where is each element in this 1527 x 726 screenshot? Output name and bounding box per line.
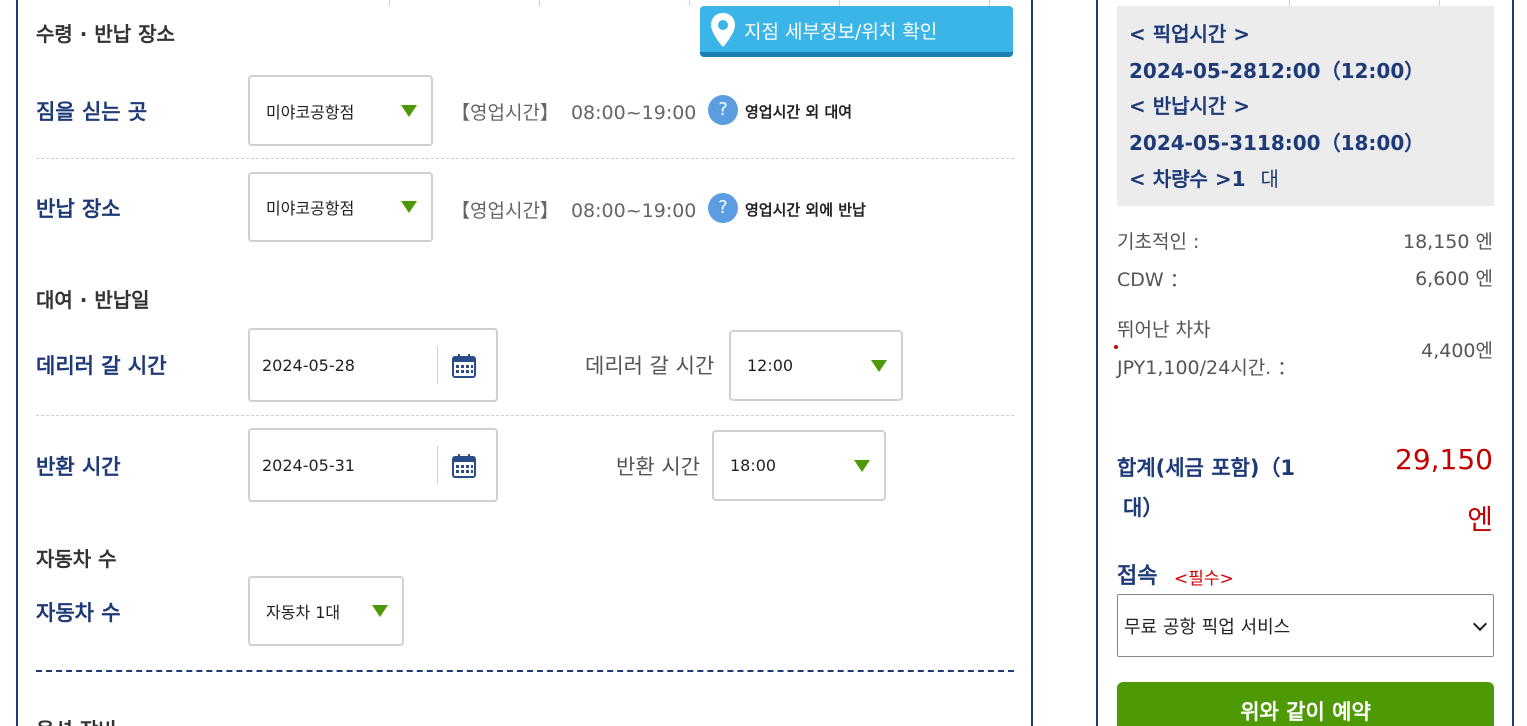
return-time-label: 반환 시간 <box>36 455 121 479</box>
pickup-time-caption: 데리러 갈 시간 <box>585 354 715 378</box>
hours-value: 08:00~19:00 <box>570 102 697 124</box>
hours-value: 08:00~19:00 <box>570 200 697 222</box>
help-icon[interactable]: ? <box>708 95 738 125</box>
hours-label: 【영업시간】 <box>451 200 559 222</box>
car-count-value: 자동차 1대 <box>266 603 341 622</box>
pickup-time-select[interactable]: 12:00 <box>729 330 903 401</box>
car-count-summary: < 차량수 >1 대 <box>1129 163 1279 192</box>
input-divider <box>437 346 438 384</box>
load-place-label: 짐을 싣는 곳 <box>36 100 148 124</box>
calendar-icon[interactable] <box>452 354 476 378</box>
car-count-summary-label: < 차량수 >1 <box>1129 167 1246 191</box>
return-time-value: 18:00 <box>730 456 777 475</box>
return-place-select[interactable]: 미야코공항점 <box>248 172 433 242</box>
cdw-label: CDW ： <box>1117 269 1189 291</box>
total-unit: 엔 <box>1467 503 1493 536</box>
extra-option-rate: JPY1,100/24시간. ： <box>1117 357 1297 379</box>
return-date-value: 2024-05-31 <box>262 455 355 475</box>
pickup-date-value: 2024-05-28 <box>262 355 355 375</box>
load-place-select[interactable]: 미야코공항점 <box>248 75 433 146</box>
total-label-line2: 대） <box>1123 496 1164 520</box>
dropdown-caret-icon <box>401 201 417 213</box>
car-count-select[interactable]: 자동차 1대 <box>248 576 404 646</box>
total-amount: 29,150 <box>1395 443 1493 476</box>
section-divider <box>36 670 1014 672</box>
return-time-caption: 반환 시간 <box>616 455 700 479</box>
pickup-time-value: 2024-05-2812:00（12:00） <box>1129 59 1425 83</box>
map-pin-icon <box>711 13 735 47</box>
pickup-time-label: 데리러 갈 시간 <box>36 354 167 378</box>
pickup-return-heading: 수령 · 반납 장소 <box>36 22 175 46</box>
return-time-select[interactable]: 18:00 <box>712 430 886 501</box>
hours-label: 【영업시간】 <box>451 102 559 124</box>
optional-equipment-heading: 옵션 장비 <box>36 714 117 726</box>
return-place-hours: 【영업시간】 08:00~19:00 <box>451 196 696 223</box>
return-place-value: 미야코공항점 <box>266 199 355 218</box>
extra-option-label: 뛰어난 차차 <box>1117 319 1211 341</box>
car-count-summary-unit: 대 <box>1260 167 1279 191</box>
return-time-title: < 반납시간 > <box>1129 94 1251 118</box>
load-place-hours: 【영업시간】 08:00~19:00 <box>451 98 696 125</box>
connection-selected-value: 무료 공항 픽업 서비스 <box>1124 616 1291 638</box>
calendar-icon[interactable] <box>452 454 476 478</box>
row-divider <box>36 158 1014 159</box>
return-place-label: 반납 장소 <box>36 197 121 221</box>
reserve-button[interactable]: 위와 같이 예약 <box>1117 682 1494 726</box>
rental-dates-heading: 대여 · 반납일 <box>36 288 150 312</box>
return-date-input[interactable]: 2024-05-31 <box>248 428 498 502</box>
required-badge: <필수> <box>1174 569 1234 589</box>
base-fee-label: 기초적인 : <box>1117 231 1200 253</box>
after-hours-rental-link[interactable]: 영업시간 외 대여 <box>745 101 852 122</box>
branch-location-button-label: 지점 세부정보/위치 확인 <box>744 21 938 43</box>
dropdown-caret-icon <box>372 605 388 617</box>
pickup-time-title: < 픽업시간 > <box>1129 22 1251 46</box>
help-icon[interactable]: ? <box>708 193 738 223</box>
car-count-label: 자동차 수 <box>36 601 121 625</box>
base-fee-value: 18,150 엔 <box>1402 231 1493 253</box>
input-divider <box>437 446 438 484</box>
dropdown-caret-icon <box>401 104 417 117</box>
extra-option-value: 4,400엔 <box>1421 340 1493 362</box>
pickup-time-value: 12:00 <box>747 356 794 375</box>
total-label-line1: 합계(세금 포함)（1 <box>1117 456 1296 480</box>
dropdown-caret-icon <box>871 359 887 372</box>
cdw-value: 6,600 엔 <box>1415 268 1493 290</box>
after-hours-return-link[interactable]: 영업시간 외에 반납 <box>745 199 866 220</box>
chevron-down-icon <box>1472 616 1488 632</box>
branch-location-button[interactable]: 지점 세부정보/위치 확인 <box>700 6 1013 57</box>
car-count-heading: 자동차 수 <box>36 547 117 571</box>
dropdown-caret-icon <box>854 459 870 472</box>
total-label: 합계(세금 포함)（1 대） <box>1117 448 1295 528</box>
required-marker-icon <box>1114 345 1118 349</box>
connection-select[interactable]: 무료 공항 픽업 서비스 <box>1117 594 1494 657</box>
return-time-value: 2024-05-3118:00（18:00） <box>1129 131 1425 155</box>
connection-label: 접속 <box>1117 564 1158 589</box>
load-place-value: 미야코공항점 <box>266 102 355 122</box>
row-divider <box>36 415 1014 416</box>
pickup-date-input[interactable]: 2024-05-28 <box>248 328 498 402</box>
